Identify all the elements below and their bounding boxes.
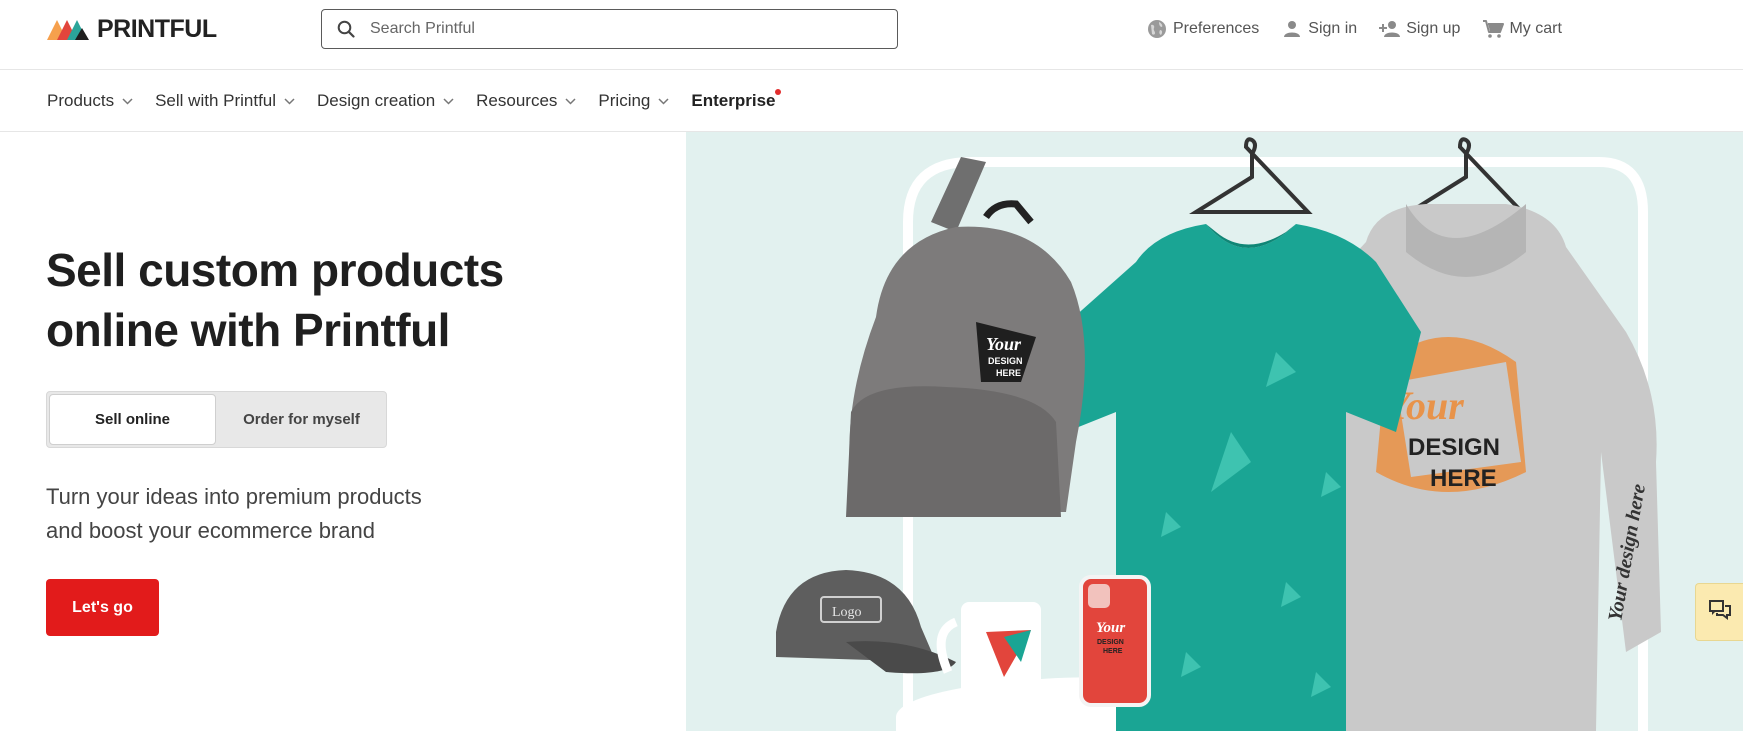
top-bar: PRINTFUL Preferences [0,0,1743,70]
audience-toggle: Sell online Order for myself [46,391,387,448]
nav-item-label: Products [47,91,115,110]
sign-in-link[interactable]: Sign in [1281,18,1357,40]
phone-print-line: DESIGN [1097,639,1124,646]
nav-item-label: Sell with Printful [155,91,277,110]
account-links: Preferences Sign in Sign up My cart [1146,16,1584,42]
order-for-myself-option[interactable]: Order for myself [217,394,386,445]
mug [936,602,1041,700]
nav-item-label: Design creation [317,91,436,110]
hanger [1189,137,1313,214]
chevron-down-icon [565,95,577,107]
sign-up-link[interactable]: Sign up [1379,18,1460,40]
backpack: Your DESIGN HERE [846,157,1085,517]
user-icon [1281,18,1303,40]
cart-label: My cart [1509,20,1562,37]
preferences-label: Preferences [1173,20,1260,37]
nav-item-enterprise[interactable]: Enterprise [691,89,782,111]
hoodie-print-line: HERE [1430,465,1497,492]
nav-item-pricing[interactable]: Pricing [598,91,670,111]
chevron-down-icon [284,95,296,107]
nav-item-label: Pricing [598,91,651,110]
product-collage: Your DESIGN HERE Your design here Your D [776,137,1661,731]
printful-logo[interactable]: PRINTFUL [47,14,217,43]
chevron-down-icon [443,95,455,107]
nav-item-label: Resources [476,91,558,110]
new-indicator-dot [775,89,782,95]
backpack-print-line: Your [986,334,1022,354]
cap: Logo [776,570,956,674]
phone-case: Your DESIGN HERE [1079,575,1151,707]
nav-item-design-creation[interactable]: Design creation [317,91,455,111]
nav-item-label: Enterprise [691,91,776,110]
hero-title: Sell custom products online with Printfu… [46,240,606,360]
preferences-link[interactable]: Preferences [1146,18,1259,40]
backpack-print-line: DESIGN [988,356,1023,366]
cap-print: Logo [832,605,862,620]
hoodie-print-line: DESIGN [1408,434,1500,461]
add-user-icon [1379,18,1401,40]
hanger [1403,137,1527,214]
hero-subtitle: Turn your ideas into premium products an… [46,480,566,548]
chat-icon [1708,599,1731,625]
globe-icon [1146,18,1168,40]
hero-subtitle-line: and boost your ecommerce brand [46,518,375,543]
sell-online-option[interactable]: Sell online [49,394,216,445]
lets-go-button[interactable]: Let's go [46,579,159,636]
hero-title-line: Sell custom products [46,244,504,296]
phone-print-line: Your [1096,620,1125,636]
search-input[interactable] [370,20,870,38]
backpack-print-line: HERE [996,368,1021,378]
cart-link[interactable]: My cart [1482,18,1562,40]
nav-item-products[interactable]: Products [47,91,134,111]
chevron-down-icon [122,95,134,107]
hero-product-image: Your DESIGN HERE Your design here Your D [686,132,1743,731]
nav-item-resources[interactable]: Resources [476,91,577,111]
hero-subtitle-line: Turn your ideas into premium products [46,484,422,509]
sign-up-label: Sign up [1406,20,1461,37]
chevron-down-icon [658,95,670,107]
sign-in-label: Sign in [1308,20,1358,37]
cart-icon [1482,18,1505,40]
hero-title-line: online with Printful [46,304,450,356]
chat-button[interactable] [1695,583,1743,641]
logo-mark-icon [47,20,89,40]
logo-text: PRINTFUL [97,14,217,43]
main-nav: Products Sell with Printful Design creat… [0,70,1743,132]
nav-item-sell-with-printful[interactable]: Sell with Printful [155,91,296,111]
phone-print-line: HERE [1103,648,1123,655]
search-box[interactable] [321,9,898,49]
search-icon [336,19,356,39]
nav-items: Products Sell with Printful Design creat… [47,70,796,132]
